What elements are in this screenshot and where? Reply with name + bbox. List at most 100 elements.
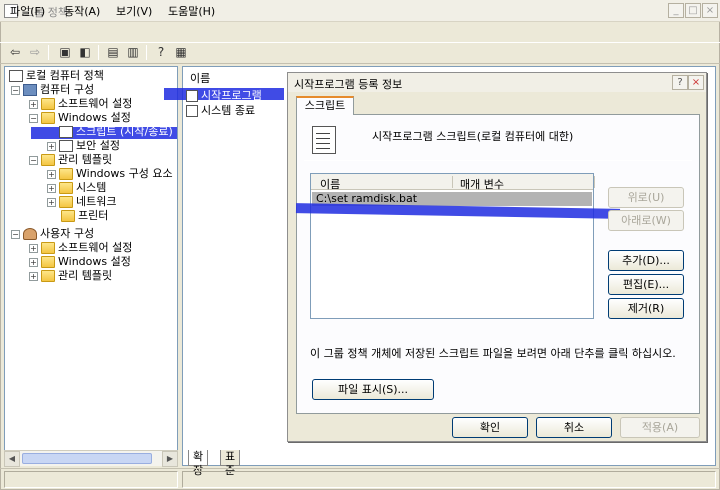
scroll-thumb[interactable]: [22, 453, 152, 464]
dialog-help-button[interactable]: ?: [672, 75, 688, 90]
script-line: [316, 143, 330, 144]
menu-action[interactable]: 동작(A): [64, 3, 100, 19]
view-icon[interactable]: ▦: [172, 44, 190, 61]
menu-help[interactable]: 도움말(H): [168, 3, 215, 19]
show-tree-icon[interactable]: ◧: [76, 44, 94, 61]
help-icon[interactable]: ?: [152, 44, 170, 61]
tree-admin-templates[interactable]: − 관리 템플릿: [29, 153, 112, 167]
collapse-icon[interactable]: −: [11, 85, 20, 95]
menu-view[interactable]: 보기(V): [116, 3, 152, 19]
tree-network[interactable]: + 네트워크: [47, 195, 116, 209]
up-folder-icon[interactable]: ▣: [56, 44, 74, 61]
back-icon[interactable]: ⇦: [6, 44, 24, 61]
column-separator[interactable]: [594, 176, 595, 188]
tree-software-settings[interactable]: + 소프트웨어 설정: [29, 97, 132, 111]
node-label: Windows 설정: [58, 255, 131, 268]
tree-computer-config[interactable]: − 컴퓨터 구성: [11, 83, 94, 97]
close-button[interactable]: ×: [702, 3, 718, 18]
folder-icon: [59, 196, 73, 208]
collapse-icon[interactable]: −: [29, 155, 38, 165]
tree-security-settings[interactable]: + 보안 설정: [47, 139, 120, 153]
folder-icon: [41, 256, 55, 268]
node-label: 관리 템플릿: [58, 269, 113, 282]
ok-button[interactable]: 확인: [452, 417, 528, 438]
tree-user-config[interactable]: − 사용자 구성: [11, 227, 94, 241]
minimize-button[interactable]: _: [668, 3, 684, 18]
node-label: 소프트웨어 설정: [58, 97, 133, 110]
name-column-header[interactable]: 이름: [190, 70, 210, 86]
expand-icon[interactable]: +: [47, 141, 56, 151]
tree-windows-settings[interactable]: − Windows 설정: [29, 111, 131, 125]
expand-icon[interactable]: +: [47, 197, 56, 207]
node-label: 보안 설정: [76, 139, 120, 152]
tree-printer[interactable]: 프린터: [61, 209, 108, 223]
column-separator[interactable]: [452, 176, 453, 188]
tab-scripts[interactable]: 스크립트: [296, 96, 354, 115]
script-line: [316, 148, 330, 149]
expand-icon[interactable]: +: [29, 257, 38, 267]
add-button[interactable]: 추가(D)...: [608, 250, 684, 271]
folder-icon: [41, 98, 55, 110]
tree-root[interactable]: 로컬 컴퓨터 정책: [9, 69, 104, 83]
tree-user-windows-settings[interactable]: + Windows 설정: [29, 255, 131, 269]
tree-user-admin-templates[interactable]: + 관리 템플릿: [29, 269, 112, 283]
maximize-button[interactable]: □: [685, 3, 701, 18]
divider: [304, 160, 692, 161]
node-label: 프린터: [78, 209, 109, 222]
tree-user-software-settings[interactable]: + 소프트웨어 설정: [29, 241, 132, 255]
cancel-button[interactable]: 취소: [536, 417, 612, 438]
tree-root-label: 로컬 컴퓨터 정책: [26, 69, 104, 82]
dialog-heading: 시작프로그램 스크립트(로컬 컴퓨터에 대한): [372, 130, 574, 143]
properties-icon[interactable]: ▤: [104, 44, 122, 61]
tree-horizontal-scrollbar[interactable]: ◀ ▶: [4, 450, 178, 467]
info-text: 이 그룹 정책 개체에 저장된 스크립트 파일을 보려면 아래 단추를 클릭 하…: [310, 347, 676, 360]
item-label: 시스템 종료: [201, 104, 256, 117]
apply-button[interactable]: 적용(A): [620, 417, 700, 438]
script-line: [316, 138, 330, 139]
folder-icon: [41, 112, 55, 124]
expand-icon[interactable]: +: [29, 99, 38, 109]
folder-icon: [61, 210, 75, 222]
node-label: 네트워크: [76, 195, 117, 208]
column-params[interactable]: 매개 변수: [460, 176, 504, 192]
shutdown-item[interactable]: 시스템 종료: [186, 102, 255, 118]
toolbar-separator: [146, 45, 147, 60]
edit-button[interactable]: 편집(E)...: [608, 274, 684, 295]
item-label: 시작프로그램: [201, 89, 262, 102]
computer-icon: [23, 84, 37, 96]
remove-button[interactable]: 제거(R): [608, 298, 684, 319]
node-label: 스크립트 (시작/종료): [76, 125, 173, 138]
scroll-right-icon[interactable]: ▶: [162, 451, 178, 467]
folder-icon: [41, 270, 55, 282]
collapse-icon[interactable]: −: [29, 113, 38, 123]
menu-bar: [0, 22, 720, 42]
export-icon[interactable]: ▥: [124, 44, 142, 61]
script-icon: [186, 105, 198, 117]
scroll-left-icon[interactable]: ◀: [4, 451, 20, 467]
move-up-button[interactable]: 위로(U): [608, 187, 684, 208]
title-bar: [0, 0, 720, 22]
dialog-title: 시작프로그램 등록 정보: [294, 78, 403, 91]
forward-icon[interactable]: ⇨: [26, 44, 44, 61]
move-down-button[interactable]: 아래로(W): [608, 210, 684, 231]
tab-extended[interactable]: 확장: [188, 450, 209, 477]
column-name[interactable]: 이름: [320, 176, 340, 192]
tree-system[interactable]: + 시스템: [47, 181, 106, 195]
show-files-button[interactable]: 파일 표시(S)...: [312, 379, 434, 400]
startup-item[interactable]: 시작프로그램: [186, 87, 262, 103]
tree-windows-components[interactable]: + Windows 구성 요소: [47, 167, 173, 181]
collapse-icon[interactable]: −: [11, 229, 20, 239]
toolbar-separator: [48, 45, 49, 60]
security-icon: [59, 140, 73, 152]
expand-icon[interactable]: +: [47, 183, 56, 193]
tree-pane: 로컬 컴퓨터 정책 − 컴퓨터 구성 + 소프트웨어 설정 − Windows 설정 …: [4, 66, 178, 466]
node-label: 시스템: [76, 181, 107, 194]
menu-file[interactable]: 파일(F): [10, 3, 45, 19]
expand-icon[interactable]: +: [29, 271, 38, 281]
expand-icon[interactable]: +: [47, 169, 56, 179]
expand-icon[interactable]: +: [29, 243, 38, 253]
tab-standard[interactable]: 표준: [220, 450, 241, 477]
tree-scripts[interactable]: 스크립트 (시작/종료): [59, 125, 173, 139]
dialog-close-button[interactable]: ×: [688, 75, 704, 90]
folder-icon: [41, 154, 55, 166]
